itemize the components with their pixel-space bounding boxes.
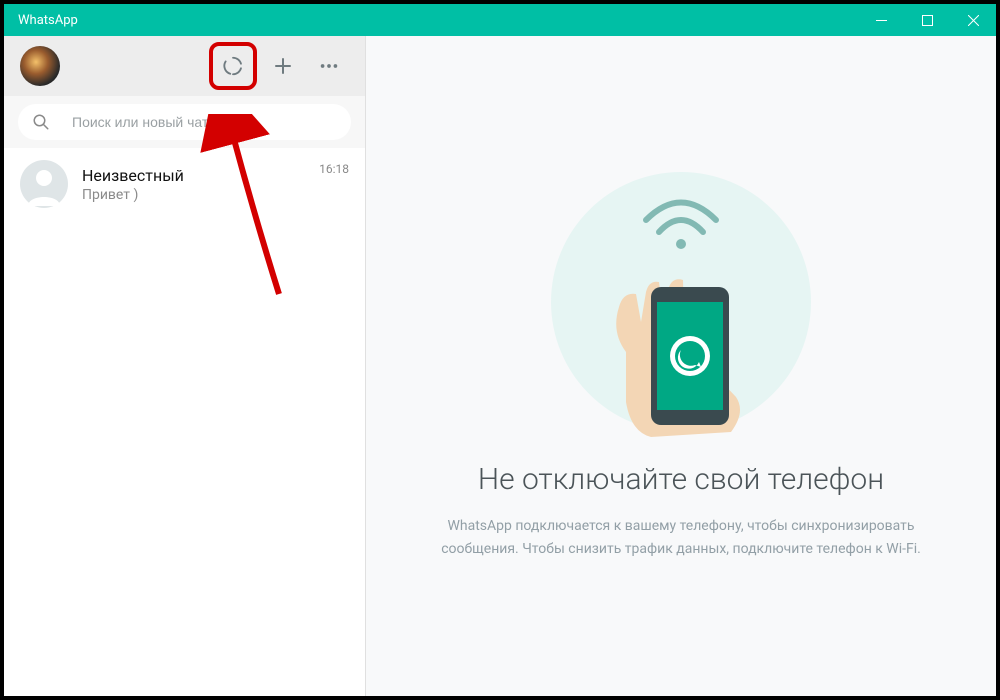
app-title: WhatsApp bbox=[18, 13, 78, 28]
plus-icon bbox=[271, 54, 295, 78]
empty-illustration bbox=[551, 172, 811, 432]
empty-subtext: WhatsApp подключается к вашему телефону,… bbox=[441, 515, 921, 560]
contact-avatar bbox=[20, 160, 68, 208]
person-icon bbox=[20, 160, 68, 208]
header-actions bbox=[209, 42, 349, 90]
maximize-button[interactable] bbox=[904, 4, 950, 36]
chat-name: Неизвестный bbox=[82, 166, 305, 185]
sidebar: Неизвестный Привет ) 16:18 bbox=[4, 36, 366, 696]
chat-info: Неизвестный Привет ) bbox=[82, 166, 305, 203]
menu-button[interactable] bbox=[309, 46, 349, 86]
status-button[interactable] bbox=[209, 42, 257, 90]
chat-list: Неизвестный Привет ) 16:18 bbox=[4, 148, 365, 696]
app-body: Неизвестный Привет ) 16:18 bbox=[4, 36, 996, 696]
chat-time: 16:18 bbox=[319, 162, 349, 176]
subtext-line: сообщения. Чтобы снизить трафик данных, … bbox=[441, 541, 921, 557]
main-panel: Не отключайте свой телефон WhatsApp подк… bbox=[366, 36, 996, 696]
window-controls bbox=[858, 4, 996, 36]
search-input[interactable] bbox=[72, 114, 337, 130]
search-icon bbox=[32, 113, 50, 131]
new-chat-button[interactable] bbox=[263, 46, 303, 86]
dots-icon bbox=[318, 55, 340, 77]
minimize-button[interactable] bbox=[858, 4, 904, 36]
sidebar-header bbox=[4, 36, 365, 96]
chat-preview: Привет ) bbox=[82, 187, 305, 203]
status-icon bbox=[222, 55, 244, 77]
empty-headline: Не отключайте свой телефон bbox=[478, 462, 884, 497]
hand-phone-icon bbox=[581, 232, 781, 442]
titlebar: WhatsApp bbox=[4, 4, 996, 36]
close-button[interactable] bbox=[950, 4, 996, 36]
chat-item[interactable]: Неизвестный Привет ) 16:18 bbox=[4, 148, 365, 220]
search-box[interactable] bbox=[18, 104, 351, 140]
user-avatar[interactable] bbox=[20, 46, 60, 86]
search-container bbox=[4, 96, 365, 148]
subtext-line: WhatsApp подключается к вашему телефону,… bbox=[447, 518, 914, 534]
